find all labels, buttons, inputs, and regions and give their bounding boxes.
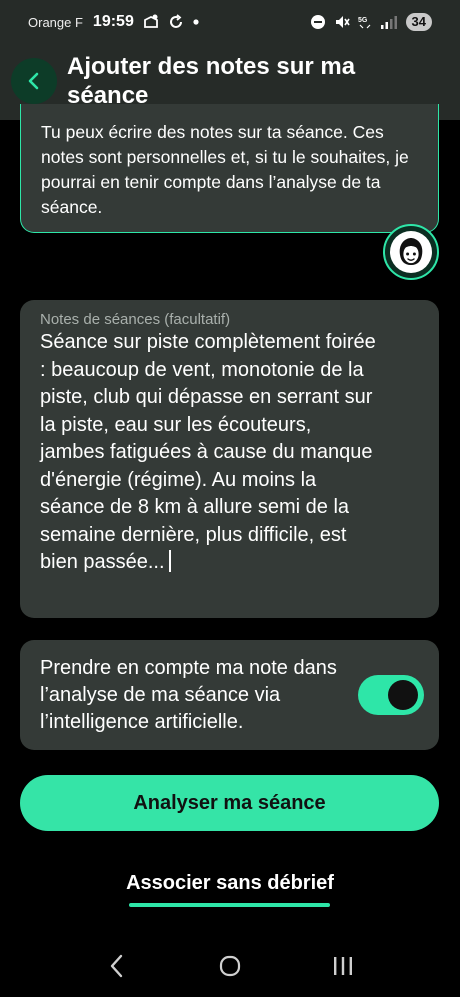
toggle-knob bbox=[388, 680, 418, 710]
coach-avatar-icon bbox=[390, 231, 432, 273]
chevron-left-icon bbox=[28, 72, 39, 90]
status-bar: Orange F 19:59 5G 34 bbox=[0, 0, 460, 44]
ai-analysis-toggle[interactable] bbox=[358, 675, 424, 715]
nav-home-icon bbox=[219, 955, 241, 977]
status-time: 19:59 bbox=[92, 13, 134, 30]
coach-avatar bbox=[383, 224, 439, 280]
svg-text:5G: 5G bbox=[358, 17, 368, 24]
ai-analysis-setting: Prendre en compte ma note dans l’analyse… bbox=[20, 640, 439, 750]
carrier-name: Orange F bbox=[28, 14, 83, 30]
notes-textarea[interactable]: Séance sur piste complètement foirée : b… bbox=[40, 329, 380, 577]
nav-back-button[interactable] bbox=[97, 946, 137, 986]
nav-recent-button[interactable] bbox=[323, 946, 363, 986]
network-5g-icon: 5G bbox=[358, 17, 370, 29]
link-underline bbox=[129, 903, 330, 907]
nav-back-icon bbox=[110, 954, 122, 978]
text-cursor bbox=[168, 550, 171, 572]
page-title: Ajouter des notes sur ma séance bbox=[67, 53, 356, 109]
mute-icon bbox=[335, 16, 350, 28]
nav-recent-apps-icon bbox=[334, 957, 353, 975]
nav-home-button[interactable] bbox=[210, 946, 250, 986]
back-button[interactable] bbox=[11, 58, 57, 104]
dot-icon bbox=[193, 19, 199, 25]
battery-level: 34 bbox=[405, 13, 432, 31]
intro-text: Tu peux écrire des notes sur ta séance. … bbox=[41, 122, 409, 217]
system-nav-bar bbox=[0, 935, 460, 997]
ai-toggle-label: Prendre en compte ma note dans l’analyse… bbox=[40, 657, 337, 733]
notes-input[interactable]: Notes de séances (facultatif) Séance sur… bbox=[20, 300, 439, 618]
status-right: 5G 34 bbox=[310, 13, 432, 31]
intro-message: Tu peux écrire des notes sur ta séance. … bbox=[20, 104, 439, 233]
do-not-disturb-icon bbox=[310, 15, 325, 29]
analyze-session-button[interactable]: Analyser ma séance bbox=[20, 775, 439, 831]
signal-icon bbox=[380, 16, 397, 29]
notes-value: Séance sur piste complètement foirée : b… bbox=[40, 331, 376, 573]
associate-without-debrief-link[interactable]: Associer sans débrief bbox=[0, 872, 460, 895]
status-left: Orange F 19:59 bbox=[28, 13, 200, 31]
notification-icon bbox=[143, 14, 158, 28]
sync-icon bbox=[169, 14, 182, 28]
notes-label: Notes de séances (facultatif) bbox=[40, 311, 231, 328]
